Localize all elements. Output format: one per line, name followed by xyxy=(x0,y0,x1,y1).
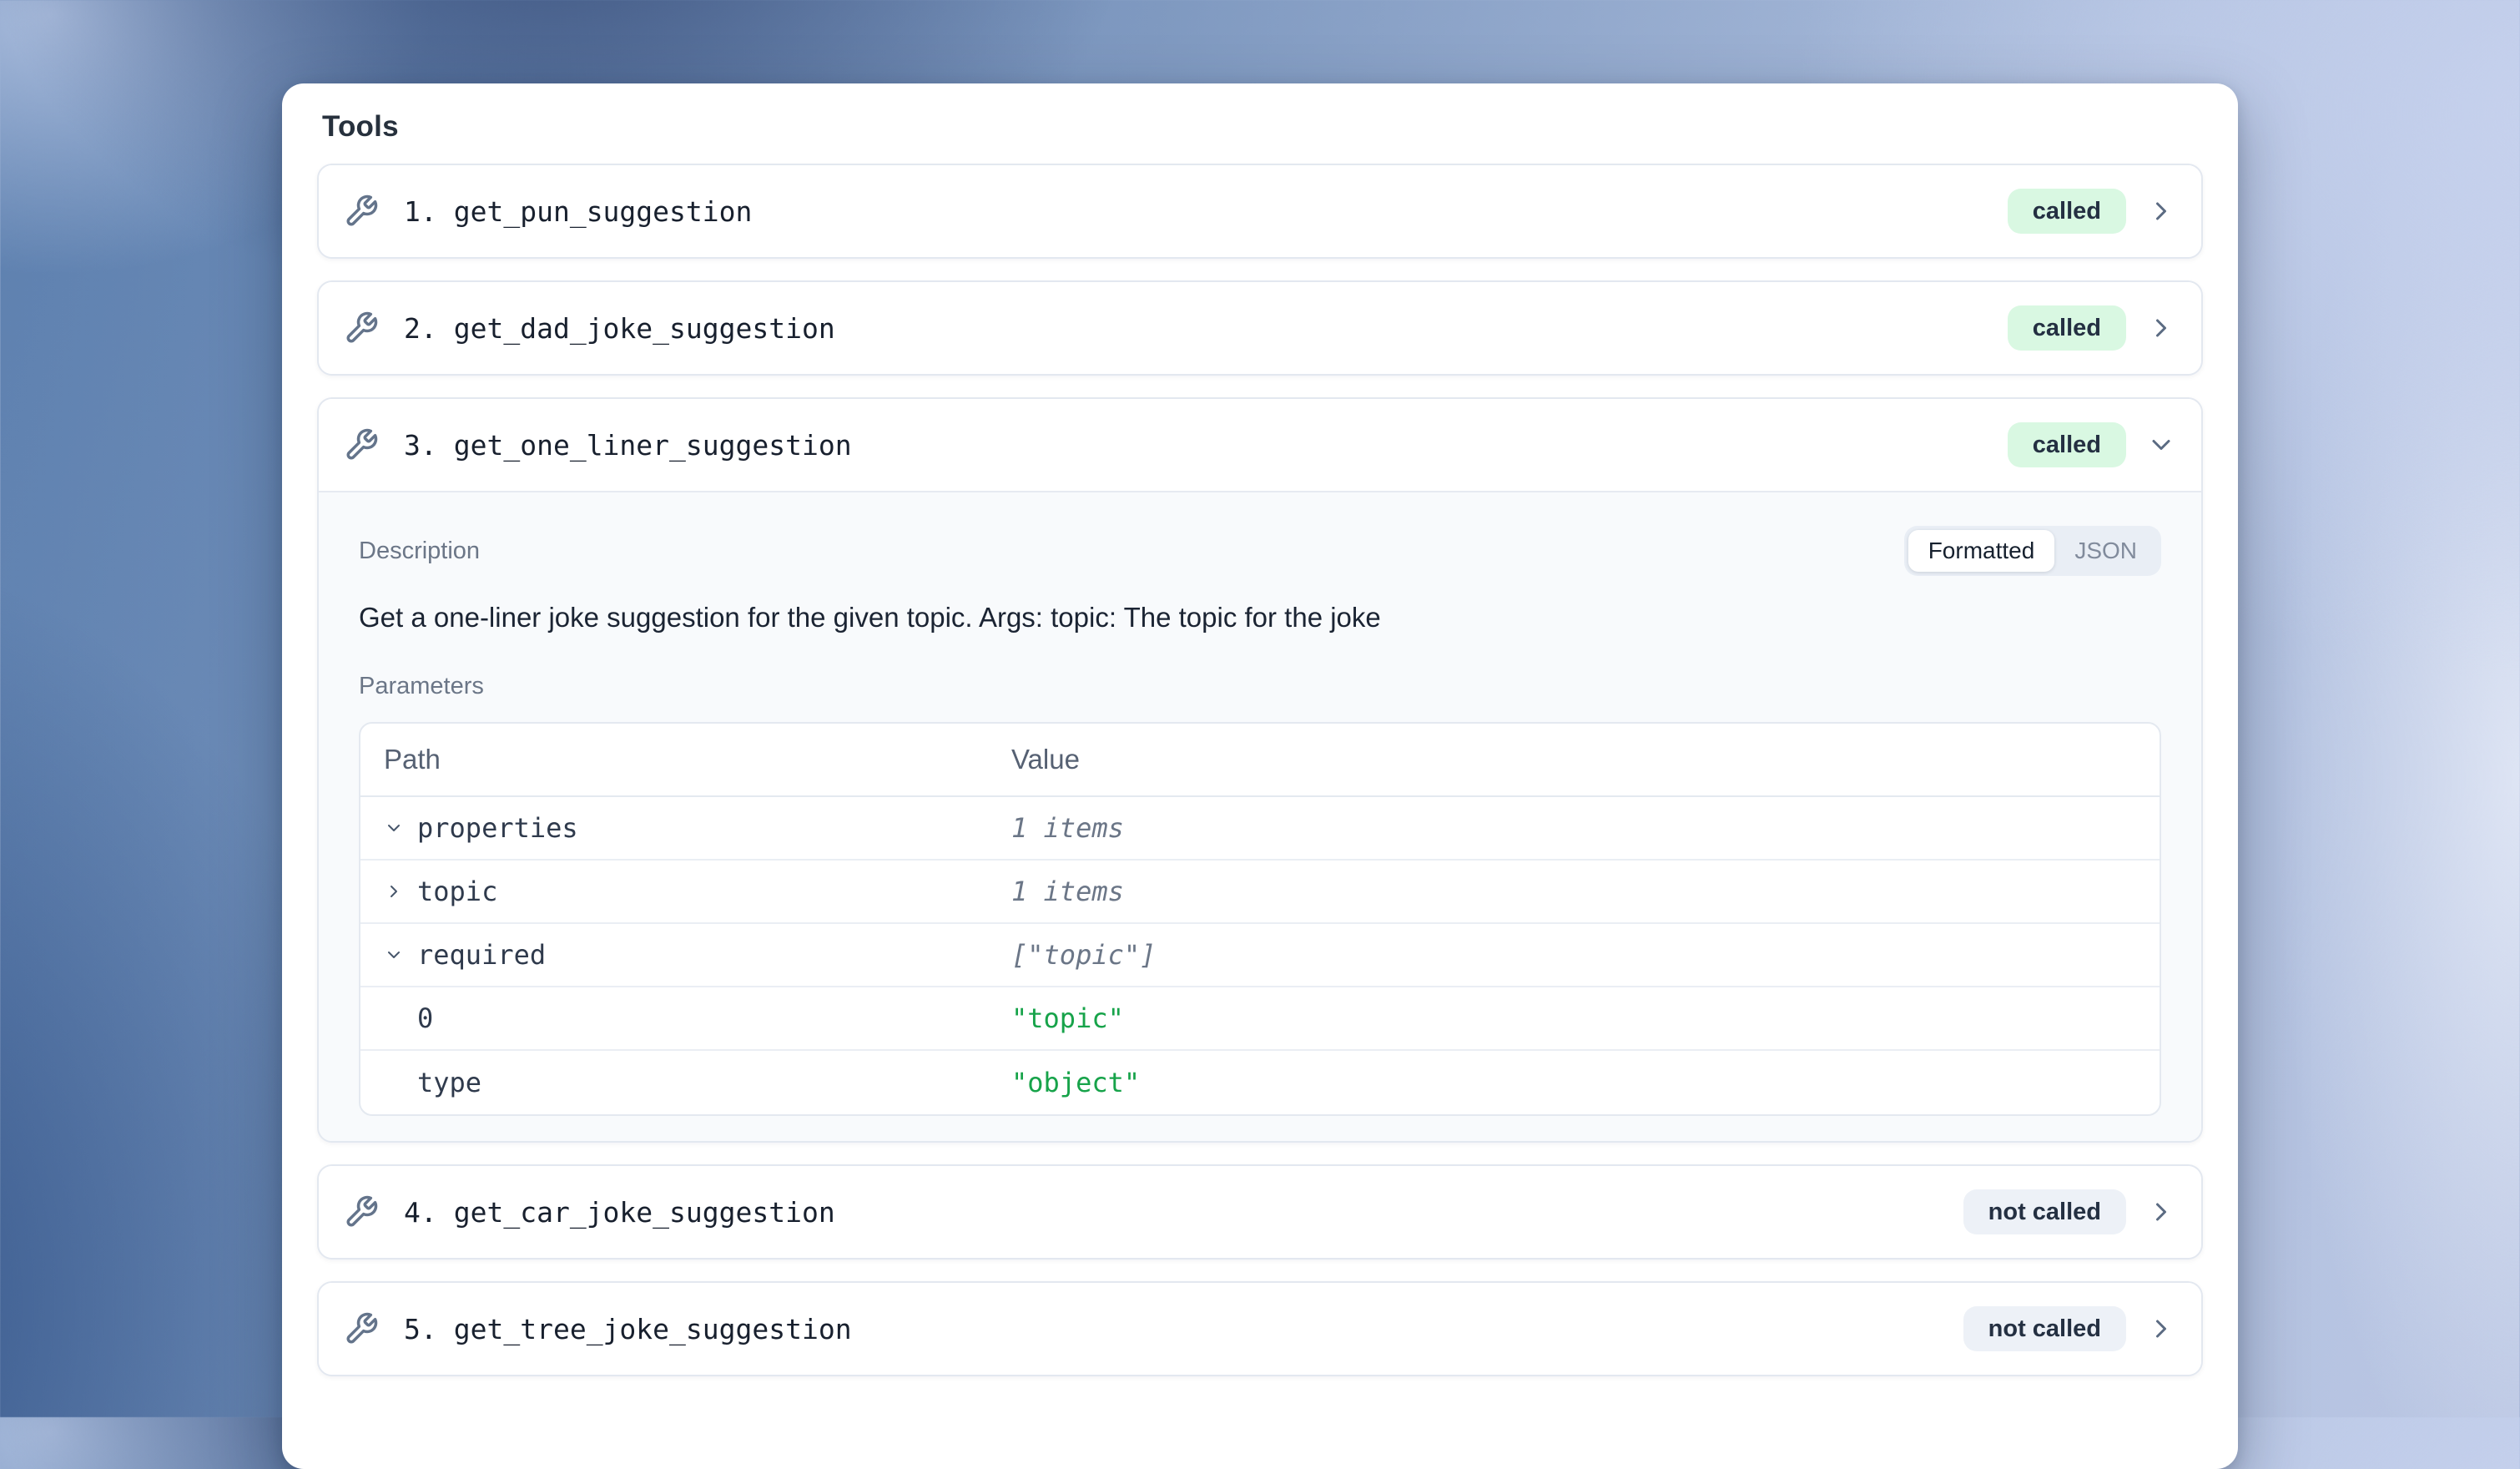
wrench-icon xyxy=(344,1311,379,1346)
status-badge: called xyxy=(2008,189,2126,234)
value-cell: 1 items xyxy=(1011,812,2160,844)
chevron-down-icon xyxy=(2146,430,2176,460)
path-cell-required[interactable]: required xyxy=(360,939,1011,971)
tool-row-expanded: 3.get_one_liner_suggestion called Descri… xyxy=(317,397,2203,1143)
tool-row: 2.get_dad_joke_suggestion called xyxy=(317,280,2203,376)
tool-name: 2.get_dad_joke_suggestion xyxy=(404,312,835,345)
tool-name: 4.get_car_joke_suggestion xyxy=(404,1196,835,1229)
chevron-right-icon xyxy=(2146,1197,2176,1227)
view-mode-toggle: Formatted JSON xyxy=(1904,526,2161,576)
formatted-tab[interactable]: Formatted xyxy=(1908,530,2055,572)
tool-description: Get a one-liner joke suggestion for the … xyxy=(359,599,2161,636)
value-cell: "topic" xyxy=(1011,1002,2160,1034)
value-cell: 1 items xyxy=(1011,876,2160,907)
json-tab[interactable]: JSON xyxy=(2054,530,2157,572)
table-row: type "object" xyxy=(360,1051,2160,1114)
tool-row-header-get_tree_joke_suggestion[interactable]: 5.get_tree_joke_suggestion not called xyxy=(319,1283,2201,1375)
wrench-icon xyxy=(344,1194,379,1229)
status-badge: not called xyxy=(1963,1189,2126,1234)
path-cell-properties[interactable]: properties xyxy=(360,812,1011,844)
tool-name: 5.get_tree_joke_suggestion xyxy=(404,1313,852,1345)
parameters-table: Path Value properties 1 items topic 1 xyxy=(359,722,2161,1116)
table-row: topic 1 items xyxy=(360,861,2160,924)
tool-row-header-get_car_joke_suggestion[interactable]: 4.get_car_joke_suggestion not called xyxy=(319,1166,2201,1258)
tool-name: 1.get_pun_suggestion xyxy=(404,195,752,228)
status-badge: not called xyxy=(1963,1306,2126,1351)
tools-panel: Tools 1.get_pun_suggestion called 2.get_… xyxy=(282,83,2238,1469)
chevron-right-icon xyxy=(2146,313,2176,343)
wrench-icon xyxy=(344,427,379,462)
chevron-right-icon xyxy=(384,881,404,901)
wrench-icon xyxy=(344,194,379,229)
status-badge: called xyxy=(2008,305,2126,351)
chevron-down-icon xyxy=(384,945,404,965)
chevron-right-icon xyxy=(2146,1314,2176,1344)
table-row: required ["topic"] xyxy=(360,924,2160,987)
path-column-header: Path xyxy=(360,744,1011,775)
table-row: 0 "topic" xyxy=(360,987,2160,1051)
tool-row: 1.get_pun_suggestion called xyxy=(317,164,2203,259)
table-header-row: Path Value xyxy=(360,724,2160,797)
value-cell: "object" xyxy=(1011,1067,2160,1098)
status-badge: called xyxy=(2008,422,2126,467)
wrench-icon xyxy=(344,310,379,346)
value-cell: ["topic"] xyxy=(1011,939,2160,971)
value-column-header: Value xyxy=(1011,744,2160,775)
tool-row-header-get_dad_joke_suggestion[interactable]: 2.get_dad_joke_suggestion called xyxy=(319,282,2201,374)
parameters-label: Parameters xyxy=(359,673,2161,700)
tool-row-header-get_pun_suggestion[interactable]: 1.get_pun_suggestion called xyxy=(319,165,2201,257)
tool-details-panel: Description Formatted JSON Get a one-lin… xyxy=(319,491,2201,1141)
chevron-right-icon xyxy=(2146,196,2176,226)
tool-row-header-get_one_liner_suggestion[interactable]: 3.get_one_liner_suggestion called xyxy=(319,399,2201,491)
chevron-down-icon xyxy=(384,818,404,838)
path-cell-type: type xyxy=(360,1067,1011,1098)
path-cell-0: 0 xyxy=(360,1002,1011,1034)
table-row: properties 1 items xyxy=(360,797,2160,861)
tool-row: 4.get_car_joke_suggestion not called xyxy=(317,1164,2203,1260)
path-cell-topic[interactable]: topic xyxy=(360,876,1011,907)
tool-name: 3.get_one_liner_suggestion xyxy=(404,429,852,462)
panel-title: Tools xyxy=(322,107,2203,147)
description-label: Description xyxy=(359,538,480,565)
tool-row: 5.get_tree_joke_suggestion not called xyxy=(317,1281,2203,1376)
